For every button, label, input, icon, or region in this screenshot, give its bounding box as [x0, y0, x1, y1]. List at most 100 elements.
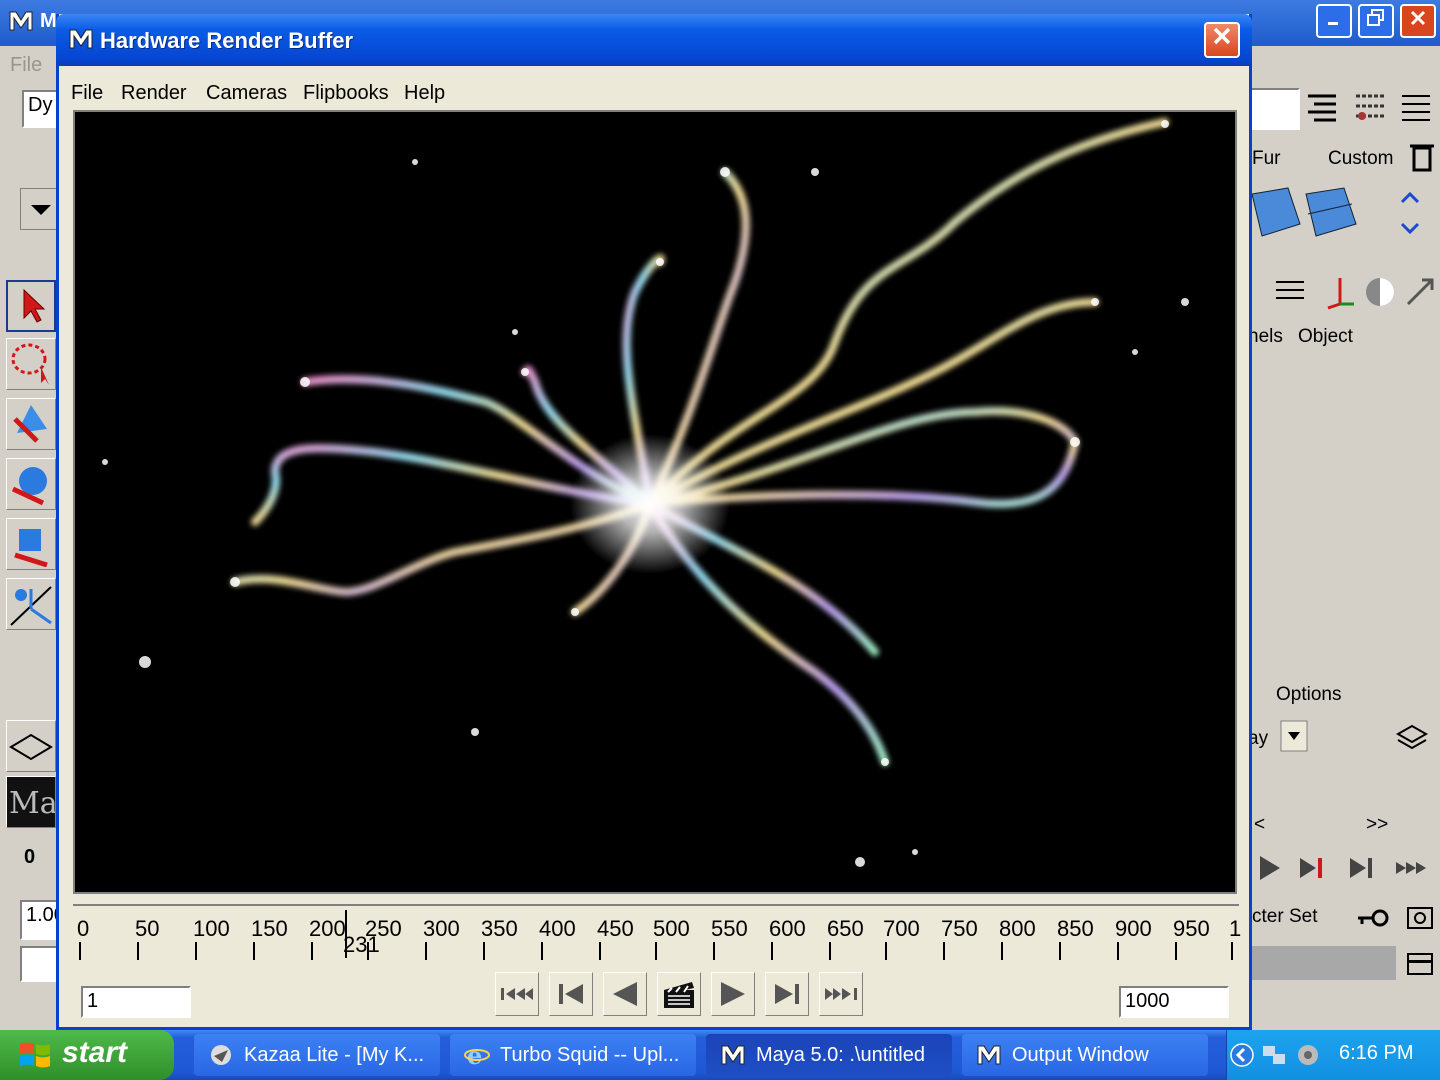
script-editor-icon[interactable]: [1402, 946, 1438, 982]
lasso-icon: [11, 343, 49, 385]
start-button[interactable]: start: [0, 1030, 174, 1080]
render-viewport[interactable]: [73, 110, 1237, 894]
left-time-field[interactable]: 0: [24, 846, 35, 869]
nav-next-button[interactable]: >>: [1366, 814, 1388, 836]
axis-icon[interactable]: [1322, 274, 1358, 310]
tray-expand-icon[interactable]: [1229, 1042, 1255, 1068]
maya-logo-tile: Ma: [6, 776, 58, 828]
channels-label[interactable]: nels: [1248, 326, 1283, 348]
prefs-icon[interactable]: [1402, 900, 1438, 936]
shelf-scroll-up-icon[interactable]: [1398, 186, 1422, 210]
tick-mark: [483, 942, 485, 960]
left-empty-field[interactable]: [20, 946, 60, 982]
close-button[interactable]: [1400, 4, 1436, 38]
menu-file[interactable]: File: [71, 82, 103, 105]
time-slider[interactable]: 0 50 100 150 200 250 300 350 400 450 500…: [73, 904, 1241, 964]
scale-tool-button[interactable]: [6, 518, 56, 570]
step-back-key-button[interactable]: [549, 972, 593, 1016]
tick-label: 800: [999, 916, 1036, 941]
tick-label: 950: [1173, 916, 1210, 941]
layer-tool-button[interactable]: [6, 720, 56, 772]
left-value-field[interactable]: 1.00: [20, 900, 65, 940]
task-maya[interactable]: Maya 5.0: .\untitled: [706, 1034, 952, 1076]
move-tool-button[interactable]: [6, 398, 56, 450]
task-kazaa[interactable]: Kazaa Lite - [My K...: [194, 1034, 440, 1076]
maya-wordmark-icon: Ma: [9, 786, 58, 821]
minimize-button[interactable]: [1316, 4, 1352, 38]
select-arrow-icon: [23, 288, 46, 323]
tick-mark: [541, 942, 543, 960]
tick-mark: [425, 942, 427, 960]
maya-menu-file[interactable]: File: [10, 54, 42, 77]
tick-label: 450: [597, 916, 634, 941]
taskbar: start Kazaa Lite - [My K... e Turbo Squi…: [0, 1030, 1440, 1080]
trash-icon[interactable]: [1404, 138, 1440, 174]
restore-icon: [1367, 9, 1384, 26]
hypergraph-icon[interactable]: [1352, 90, 1388, 126]
task-output-window[interactable]: Output Window: [962, 1034, 1208, 1076]
go-to-end-icon[interactable]: [1394, 850, 1430, 886]
pick-arrow-icon[interactable]: [1402, 274, 1438, 310]
start-frame-field[interactable]: 1: [81, 986, 191, 1018]
menu-render[interactable]: Render: [121, 82, 187, 105]
go-to-start-button[interactable]: [495, 972, 539, 1016]
next-key-icon[interactable]: [1344, 850, 1380, 886]
tick-mark: [137, 942, 139, 960]
nav-prev-button[interactable]: <: [1254, 814, 1265, 836]
tick-mark: [79, 942, 81, 960]
hrb-titlebar[interactable]: Hardware Render Buffer: [56, 14, 1252, 66]
menu-cameras[interactable]: Cameras: [206, 82, 287, 105]
command-line-bar[interactable]: [1248, 946, 1396, 980]
rotate-tool-button[interactable]: [6, 458, 56, 510]
taskbar-clock: 6:16 PM: [1339, 1042, 1414, 1064]
end-frame-field[interactable]: 1000: [1119, 986, 1229, 1018]
network-icon[interactable]: [1261, 1042, 1289, 1068]
tab-fur[interactable]: Fur: [1252, 148, 1281, 170]
current-frame-label: 231: [343, 932, 380, 957]
options-label[interactable]: Options: [1276, 684, 1341, 706]
step-forward-icon[interactable]: [1294, 850, 1330, 886]
right-search-field[interactable]: [1250, 88, 1300, 130]
object-label[interactable]: Object: [1298, 326, 1353, 348]
tab-custom[interactable]: Custom: [1328, 148, 1393, 170]
attribute-editor-icon[interactable]: [1272, 274, 1308, 310]
tick-mark: [311, 942, 313, 960]
play-forward-icon[interactable]: [1252, 850, 1288, 886]
channel-list-icon[interactable]: [1398, 90, 1434, 126]
restore-button[interactable]: [1358, 4, 1394, 38]
ie-icon: e: [464, 1042, 490, 1068]
shading-icon[interactable]: [1362, 274, 1398, 310]
lasso-tool-button[interactable]: [6, 338, 56, 390]
step-forward-key-button[interactable]: [765, 972, 809, 1016]
tick-mark: [253, 942, 255, 960]
menu-flipbooks[interactable]: Flipbooks: [303, 82, 389, 105]
manipulator-tool-button[interactable]: [6, 578, 56, 630]
volume-icon[interactable]: [1295, 1042, 1323, 1068]
select-tool-button[interactable]: [6, 280, 56, 332]
clapper-button[interactable]: [657, 972, 701, 1016]
play-backward-button[interactable]: [603, 972, 647, 1016]
outliner-icon[interactable]: [1304, 90, 1340, 126]
tick-label: 50: [135, 916, 160, 941]
key-icon[interactable]: [1354, 900, 1390, 936]
hrb-close-button[interactable]: [1204, 22, 1240, 58]
tick-mark: [195, 942, 197, 960]
display-dropdown-icon[interactable]: [1280, 720, 1308, 752]
shelf-scroll-down-icon[interactable]: [1398, 216, 1422, 240]
play-forward-button[interactable]: [711, 972, 755, 1016]
layer-editor-icon[interactable]: [1394, 718, 1430, 754]
task-turbo-squid[interactable]: e Turbo Squid -- Upl...: [450, 1034, 696, 1076]
tick-mark: [885, 942, 887, 960]
maya-logo-icon: [69, 29, 93, 49]
close-icon: [1410, 10, 1426, 26]
tick-mark: [655, 942, 657, 960]
tick-label: 0: [77, 916, 90, 941]
character-set-label: cter Set: [1252, 906, 1318, 927]
go-to-end-button[interactable]: [819, 972, 863, 1016]
menu-help[interactable]: Help: [404, 82, 445, 105]
kazaa-icon: [211, 1045, 231, 1065]
maya-window-title: M: [40, 10, 57, 32]
polygon-shelf-icon[interactable]: [1248, 184, 1360, 240]
tick-label: 850: [1057, 916, 1094, 941]
tick-label: 550: [711, 916, 748, 941]
